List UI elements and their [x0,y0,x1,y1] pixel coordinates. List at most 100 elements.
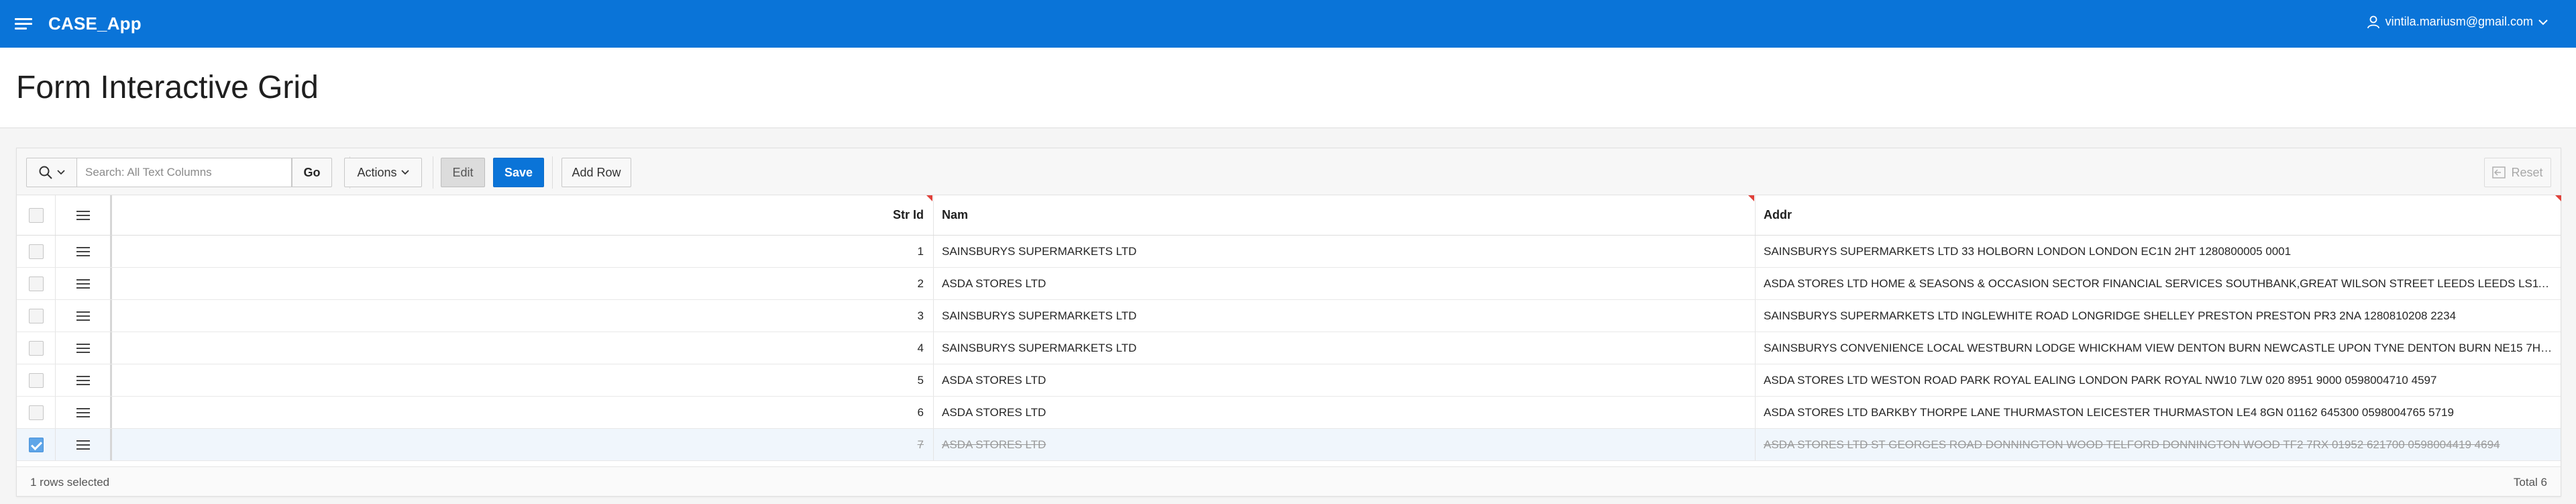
row-select-cell [17,429,56,460]
page-title: Form Interactive Grid [16,70,319,105]
row-actions-cell [56,268,112,299]
cell-value: ASDA STORES LTD BARKBY THORPE LANE THURM… [1764,405,2454,419]
row-select-cell [17,268,56,299]
cell-value: ASDA STORES LTD ST GEORGES ROAD DONNINGT… [1764,438,2500,451]
column-header-label: Addr [1764,208,1792,221]
cell-str-id[interactable]: 4 [112,332,934,364]
search-group: Go [26,158,341,187]
row-actions-cell [56,300,112,332]
grid-footer: 1 rows selected Total 6 [17,466,2561,496]
row-select-cell [17,397,56,428]
cell-value: ASDA STORES LTD [942,405,1046,419]
cell-str-id[interactable]: 1 [112,236,934,267]
row-checkbox[interactable] [28,244,44,259]
add-row-button[interactable]: Add Row [561,158,631,187]
search-input[interactable] [77,158,292,187]
table-row[interactable]: 3 SAINSBURYS SUPERMARKETS LTD SAINSBURYS S… [17,300,2561,332]
table-row[interactable]: 2 ASDA STORES LTD ASDA STORES LTD HOME & S… [17,268,2561,300]
cell-addr[interactable]: ASDA STORES LTD BARKBY THORPE LANE THURM… [1756,397,2562,428]
hamburger-icon[interactable] [76,210,90,221]
hamburger-icon[interactable] [15,18,32,30]
row-actions-icon[interactable] [76,246,90,257]
cell-str-id[interactable]: 6 [112,397,934,428]
select-all-cell [17,195,56,235]
grid-toolbar: Go Actions Edit Save Add Row Reset [17,148,2561,195]
cell-value: SAINSBURYS SUPERMARKETS LTD [942,309,1137,322]
cell-addr[interactable]: SAINSBURYS SUPERMARKETS LTD 33 HOLBORN L… [1756,236,2562,267]
row-actions-cell [56,364,112,396]
cell-str-id[interactable]: 7 [112,429,934,460]
selection-count: 1 rows selected [30,476,110,489]
cell-addr[interactable]: ASDA STORES LTD ST GEORGES ROAD DONNINGT… [1756,429,2562,460]
title-region: Form Interactive Grid [0,48,2576,128]
save-button[interactable]: Save [493,158,544,187]
row-select-cell [17,236,56,267]
required-marker [1748,195,1754,201]
row-actions-icon[interactable] [76,279,90,289]
cell-value: SAINSBURYS SUPERMARKETS LTD [942,244,1137,258]
column-header-label: Str Id [892,208,924,221]
cell-value: ASDA STORES LTD HOME & SEASONS & OCCASIO… [1764,276,2554,290]
row-actions-icon[interactable] [76,311,90,321]
search-icon [39,166,52,179]
column-header-nam[interactable]: Nam [934,195,1756,235]
edit-button[interactable]: Edit [441,158,485,187]
table-row[interactable]: 1 SAINSBURYS SUPERMARKETS LTD SAINSBURYS S… [17,236,2561,268]
table-row[interactable]: 7 ASDA STORES LTD ASDA STORES LTD ST GEORG… [17,429,2561,461]
total-count: Total 6 [2513,476,2547,489]
cell-nam[interactable]: SAINSBURYS SUPERMARKETS LTD [934,332,1756,364]
required-marker [2555,195,2561,201]
cell-nam[interactable]: ASDA STORES LTD [934,397,1756,428]
row-select-cell [17,364,56,396]
cell-str-id[interactable]: 5 [112,364,934,396]
select-all-checkbox[interactable] [28,207,44,223]
cell-value: ASDA STORES LTD [942,373,1046,387]
table-row[interactable]: 5 ASDA STORES LTD ASDA STORES LTD WESTON R… [17,364,2561,397]
column-header-addr[interactable]: Addr [1756,195,2562,235]
table-row[interactable]: 6 ASDA STORES LTD ASDA STORES LTD BARKBY T… [17,397,2561,429]
cell-addr[interactable]: ASDA STORES LTD HOME & SEASONS & OCCASIO… [1756,268,2562,299]
cell-nam[interactable]: ASDA STORES LTD [934,268,1756,299]
cell-str-id[interactable]: 2 [112,268,934,299]
column-header-str-id[interactable]: Str Id [112,195,934,235]
user-menu[interactable]: vintila.mariusm@gmail.com [2367,15,2553,29]
cell-value: 7 [917,438,924,451]
column-header-label: Nam [942,208,969,221]
cell-nam[interactable]: ASDA STORES LTD [934,364,1756,396]
cell-nam[interactable]: SAINSBURYS SUPERMARKETS LTD [934,236,1756,267]
cell-value: SAINSBURYS SUPERMARKETS LTD INGLEWHITE R… [1764,309,2457,322]
cell-value: 5 [917,373,924,387]
cell-addr[interactable]: SAINSBURYS SUPERMARKETS LTD INGLEWHITE R… [1756,300,2562,332]
cell-value: ASDA STORES LTD [942,438,1046,451]
row-checkbox[interactable] [28,437,44,452]
row-checkbox[interactable] [28,405,44,420]
cell-nam[interactable]: ASDA STORES LTD [934,429,1756,460]
cell-addr[interactable]: SAINSBURYS CONVENIENCE LOCAL WESTBURN LO… [1756,332,2562,364]
app-title[interactable]: CASE_App [48,13,142,34]
user-name: vintila.mariusm@gmail.com [2385,15,2533,28]
row-actions-cell [56,236,112,267]
row-checkbox[interactable] [28,340,44,356]
row-checkbox[interactable] [28,308,44,323]
row-actions-icon[interactable] [76,343,90,354]
row-checkbox[interactable] [28,372,44,388]
chevron-down-icon [400,170,409,175]
cell-addr[interactable]: ASDA STORES LTD WESTON ROAD PARK ROYAL E… [1756,364,2562,396]
row-actions-cell [56,397,112,428]
search-column-menu[interactable] [26,158,77,187]
grid-header-row: Str Id Nam Addr [17,195,2561,236]
cell-nam[interactable]: SAINSBURYS SUPERMARKETS LTD [934,300,1756,332]
cell-value: 1 [917,244,924,258]
actions-menu-button[interactable]: Actions [344,158,422,187]
cell-value: 6 [917,405,924,419]
go-button[interactable]: Go [292,158,332,187]
cell-str-id[interactable]: 3 [112,300,934,332]
table-row[interactable]: 4 SAINSBURYS SUPERMARKETS LTD SAINSBURYS C… [17,332,2561,364]
row-actions-icon[interactable] [76,440,90,450]
chevron-down-icon [2538,19,2548,25]
row-checkbox[interactable] [28,276,44,291]
row-actions-icon[interactable] [76,375,90,386]
cell-value: ASDA STORES LTD [942,276,1046,290]
row-actions-icon[interactable] [76,407,90,418]
reset-button[interactable]: Reset [2484,158,2551,187]
